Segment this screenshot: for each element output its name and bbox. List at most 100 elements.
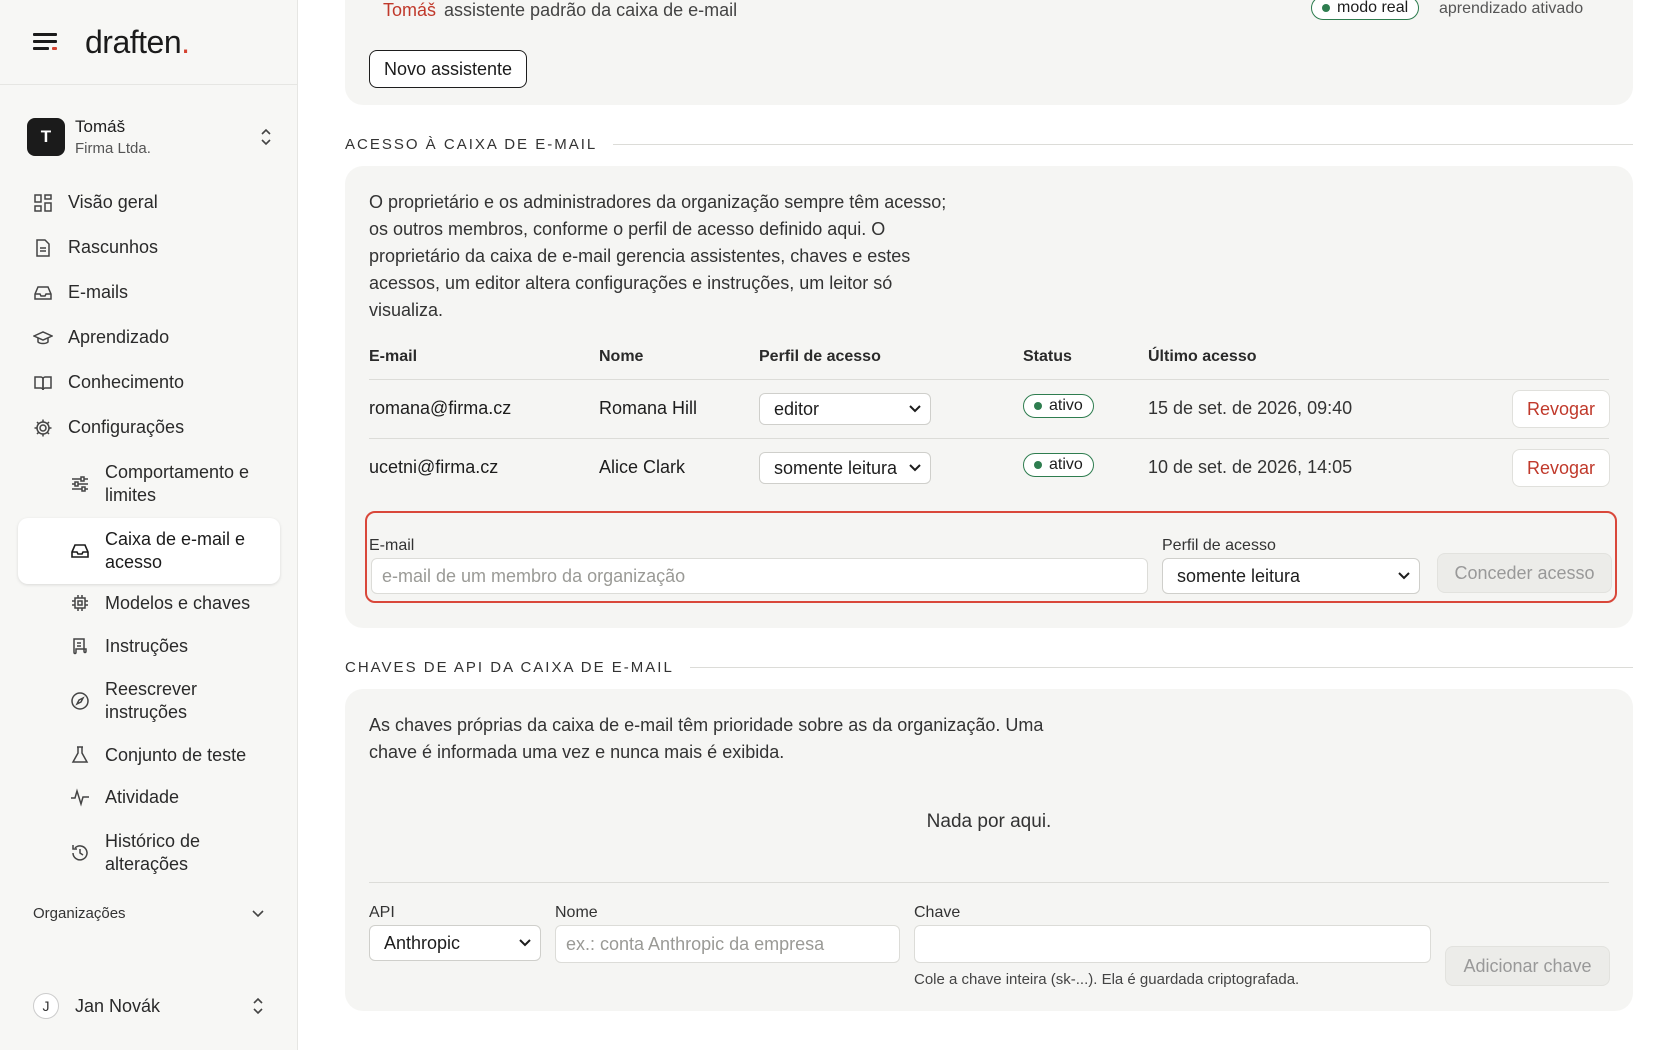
- nav-item-emails[interactable]: E-mails: [0, 270, 298, 315]
- graduation-cap-icon: [33, 328, 53, 348]
- chevron-down-icon: [518, 938, 532, 948]
- chevron-down-icon: [908, 463, 922, 473]
- new-role-value: somente leitura: [1177, 565, 1301, 586]
- subnav-item-rewrite[interactable]: Reescrever instruções: [0, 677, 298, 725]
- nav-item-knowledge[interactable]: Conhecimento: [0, 360, 298, 405]
- assistant-owner[interactable]: Tomáš: [383, 0, 436, 20]
- gear-icon: [33, 418, 53, 438]
- chevron-updown-icon: [259, 127, 273, 147]
- section-heading: CHAVES DE API DA CAIXA DE E-MAIL: [345, 659, 674, 676]
- row-name: Alice Clark: [599, 457, 686, 477]
- row-last-access: 15 de set. de 2026, 09:40: [1148, 398, 1353, 418]
- column-header-status: Status: [1023, 348, 1072, 365]
- role-select[interactable]: somente leitura: [759, 452, 931, 484]
- new-role-select[interactable]: somente leitura: [1162, 558, 1420, 594]
- access-description: O proprietário e os administradores da o…: [369, 192, 947, 320]
- status-badge: ativo: [1023, 394, 1094, 418]
- email-field-label: E-mail: [369, 537, 415, 554]
- brand-logo[interactable]: draften.: [85, 24, 190, 61]
- nav-label: E-mails: [68, 282, 129, 302]
- section-heading: ACESSO À CAIXA DE E-MAIL: [345, 136, 598, 153]
- subnav-label: Comportamento e limites: [105, 462, 250, 505]
- row-last-access: 10 de set. de 2026, 14:05: [1148, 457, 1353, 477]
- api-provider-select[interactable]: Anthropic: [369, 925, 541, 961]
- chevron-down-icon: [251, 909, 265, 919]
- column-header-last-access: Último acesso: [1148, 348, 1257, 365]
- account-switcher[interactable]: T Tomáš Firma Ltda.: [27, 112, 273, 162]
- status-badge: ativo: [1023, 453, 1094, 477]
- chevron-updown-icon: [251, 996, 265, 1016]
- key-value-label: Chave: [914, 904, 961, 921]
- nav-item-overview[interactable]: Visão geral: [0, 180, 298, 225]
- access-section-title: ACESSO À CAIXA DE E-MAIL: [345, 136, 1633, 153]
- subnav-item-activity[interactable]: Atividade: [0, 784, 298, 810]
- key-help-text: Cole a chave inteira (sk-...). Ela é gua…: [914, 971, 1300, 988]
- user-avatar: J: [33, 993, 59, 1019]
- nav-item-learned[interactable]: Aprendizado: [0, 315, 298, 360]
- api-keys-card: As chaves próprias da caixa de e-mail tê…: [345, 689, 1633, 1011]
- member-email-input[interactable]: e-mail de um membro da organização: [371, 558, 1148, 594]
- history-icon: [70, 843, 90, 863]
- organizations-label: Organizações: [33, 905, 126, 922]
- main-nav: Visão geral Rascunhos E-mails Aprendizad…: [0, 180, 298, 450]
- mode-label: modo real: [1337, 0, 1409, 16]
- revoke-button[interactable]: Revogar: [1512, 449, 1610, 487]
- subnav-item-mailbox[interactable]: Caixa de e-mail e acesso: [18, 518, 280, 584]
- grant-access-button[interactable]: Conceder acesso: [1437, 553, 1612, 593]
- user-menu[interactable]: J Jan Novák: [33, 993, 265, 1019]
- account-company: Firma Ltda.: [75, 140, 151, 157]
- key-value-input[interactable]: [914, 925, 1431, 963]
- row-email: romana@firma.cz: [369, 398, 512, 418]
- api-provider-value: Anthropic: [384, 932, 461, 953]
- document-icon: [33, 238, 53, 258]
- organizations-toggle[interactable]: Organizações: [33, 905, 265, 922]
- subnav-item-instructions[interactable]: Instruções: [0, 633, 298, 659]
- status-dot: [1034, 402, 1042, 410]
- scroll-icon: [70, 636, 90, 656]
- row-email: ucetni@firma.cz: [369, 457, 499, 477]
- inbox-icon: [70, 541, 90, 561]
- inbox-icon: [33, 283, 53, 303]
- nav-label: Rascunhos: [68, 237, 159, 257]
- assistant-line: Tomáš assistente padrão da caixa de e-mai…: [383, 0, 737, 21]
- grid-icon: [33, 193, 53, 213]
- subnav-item-behavior[interactable]: Comportamento e limites: [0, 460, 298, 508]
- key-name-label: Nome: [555, 904, 598, 921]
- nav-item-settings[interactable]: Configurações: [0, 405, 298, 450]
- nav-item-drafts[interactable]: Rascunhos: [0, 225, 298, 270]
- assistant-description: assistente padrão da caixa de e-mail: [444, 0, 738, 20]
- chip-icon: [70, 593, 90, 613]
- empty-state: Nada por aqui.: [926, 811, 1052, 832]
- subnav-label: Instruções: [105, 635, 189, 656]
- subnav-label: Conjunto de teste: [105, 744, 247, 765]
- grant-access-form: E-mail e-mail de um membro da organizaçã…: [365, 511, 1617, 603]
- role-field-label: Perfil de acesso: [1162, 537, 1276, 554]
- activity-icon: [70, 787, 90, 807]
- nav-label: Conhecimento: [68, 372, 185, 392]
- revoke-button[interactable]: Revogar: [1512, 390, 1610, 428]
- new-assistant-button[interactable]: Novo assistente: [369, 50, 528, 88]
- column-header-email: E-mail: [369, 348, 418, 365]
- chevron-down-icon: [1397, 571, 1411, 581]
- book-icon: [33, 373, 53, 393]
- api-field-label: API: [369, 904, 395, 921]
- subnav-item-models[interactable]: Modelos e chaves: [0, 590, 298, 616]
- subnav-item-testset[interactable]: Conjunto de teste: [0, 742, 298, 768]
- sidebar: draften. T Tomáš Firma Ltda. Visão geral…: [0, 0, 298, 1050]
- status-label: ativo: [1049, 397, 1083, 414]
- row-name: Romana Hill: [599, 398, 698, 418]
- role-select[interactable]: editor: [759, 393, 931, 425]
- nav-label: Configurações: [68, 417, 185, 437]
- keys-description: As chaves próprias da caixa de e-mail tê…: [369, 715, 1044, 762]
- status-dot: [1322, 4, 1330, 12]
- status-dot: [1034, 461, 1042, 469]
- subnav-label: Caixa de e-mail e acesso: [105, 529, 246, 572]
- user-name: Jan Novák: [75, 995, 161, 1016]
- account-name: Tomáš: [75, 117, 126, 136]
- subnav-item-history[interactable]: Histórico de alterações: [0, 829, 298, 877]
- add-key-button[interactable]: Adicionar chave: [1445, 946, 1610, 986]
- menu-icon[interactable]: [33, 31, 59, 53]
- key-name-input[interactable]: ex.: conta Anthropic da empresa: [555, 925, 900, 963]
- nav-label: Visão geral: [68, 192, 158, 212]
- keys-section-title: CHAVES DE API DA CAIXA DE E-MAIL: [345, 659, 1633, 676]
